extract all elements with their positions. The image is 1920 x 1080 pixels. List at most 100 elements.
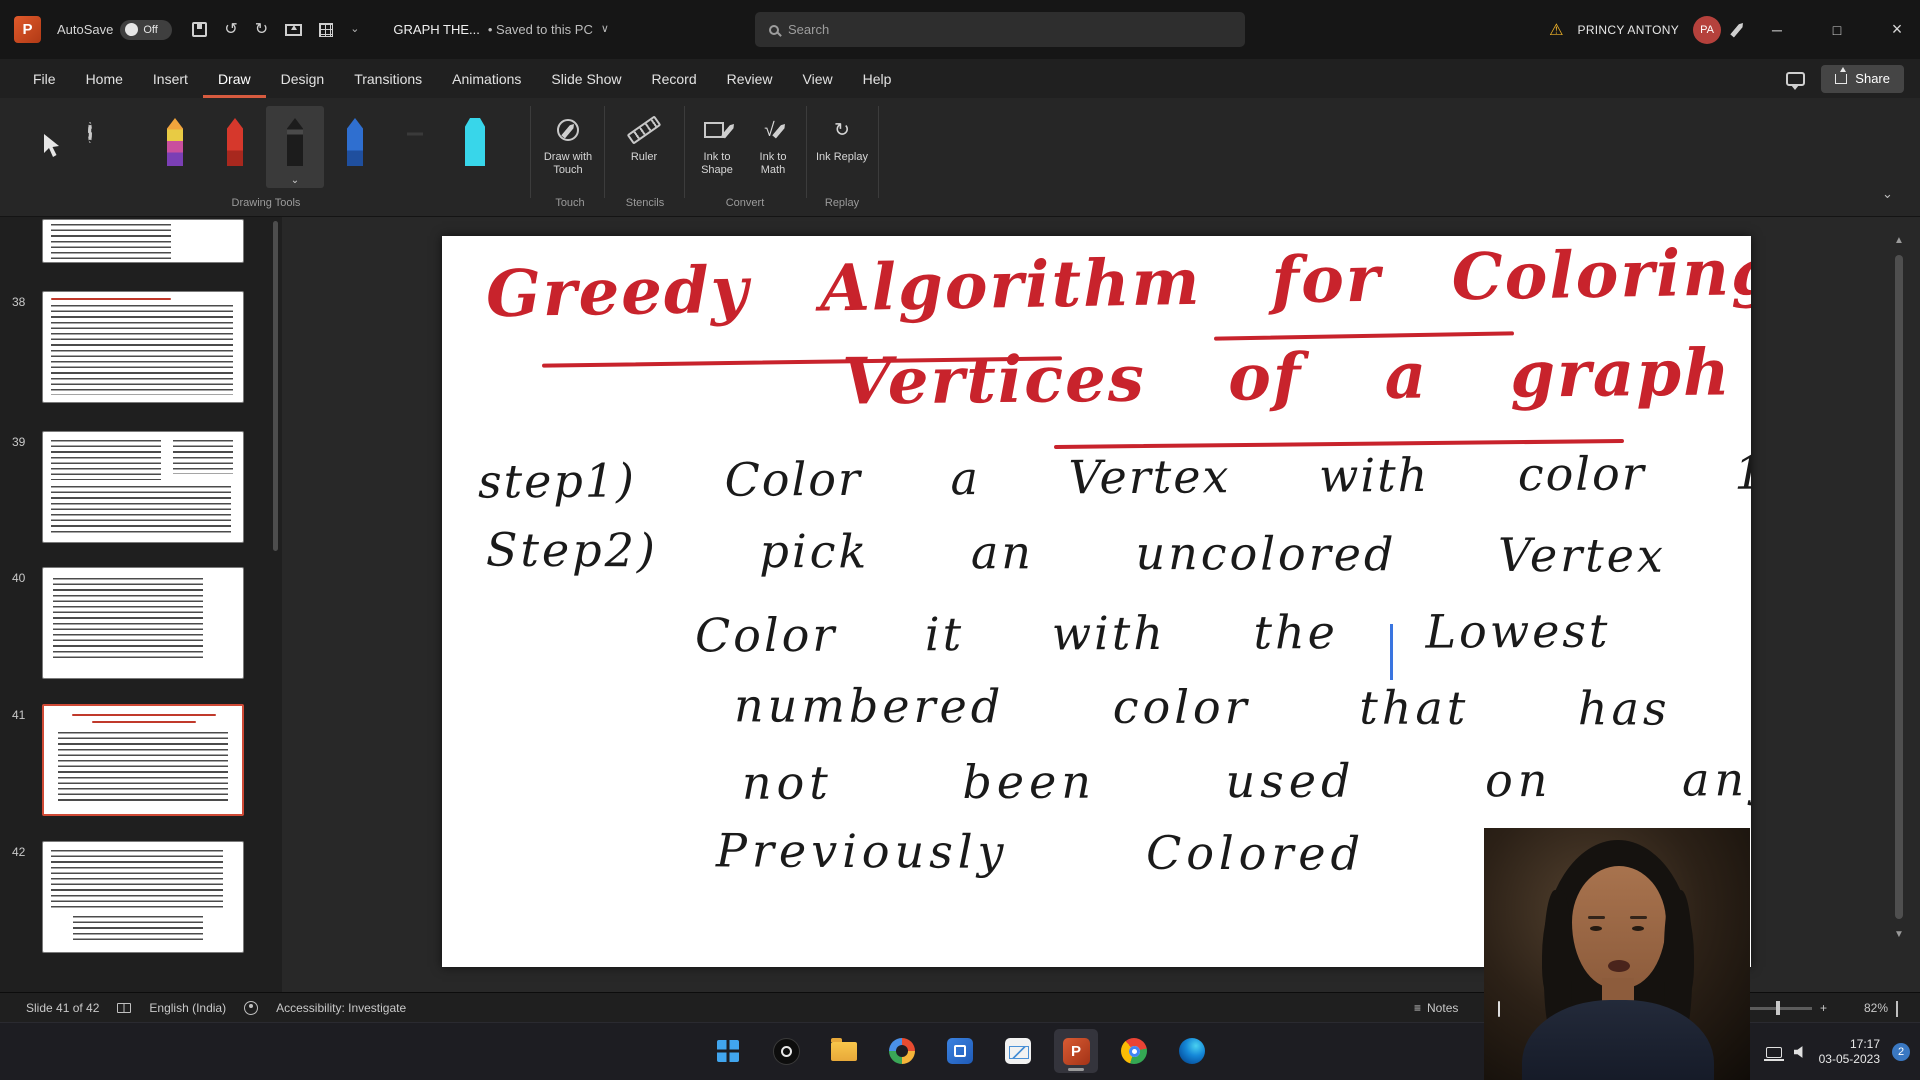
search-input[interactable] bbox=[788, 22, 1208, 37]
tab-draw[interactable]: Draw bbox=[203, 59, 266, 98]
share-button[interactable]: Share bbox=[1821, 65, 1904, 93]
tab-design[interactable]: Design bbox=[266, 59, 340, 98]
user-name: PRINCY ANTONY bbox=[1578, 23, 1679, 37]
start-button[interactable] bbox=[706, 1029, 750, 1073]
close-button[interactable]: × bbox=[1874, 0, 1920, 59]
autosave-control[interactable]: AutoSave Off bbox=[57, 20, 172, 40]
group-separator bbox=[604, 106, 605, 198]
tab-home[interactable]: Home bbox=[71, 59, 138, 98]
share-label: Share bbox=[1855, 71, 1890, 86]
tab-help[interactable]: Help bbox=[848, 59, 907, 98]
ink-to-shape-button[interactable]: Ink to Shape bbox=[690, 106, 744, 198]
notes-icon: ≡ bbox=[1414, 1001, 1421, 1015]
thumbnail-slide-41-selected[interactable] bbox=[42, 704, 244, 816]
thumbnail-ink-lines bbox=[51, 486, 231, 534]
proofing-icon[interactable] bbox=[117, 1003, 131, 1013]
undo-icon[interactable]: ↺ bbox=[224, 22, 237, 38]
select-tool-button[interactable] bbox=[28, 116, 74, 176]
pencil-button[interactable] bbox=[386, 106, 444, 188]
minimize-button[interactable]: ─ bbox=[1754, 0, 1800, 59]
lasso-select-button[interactable] bbox=[88, 124, 122, 154]
autosave-toggle[interactable]: Off bbox=[120, 20, 172, 40]
slide-grid-icon[interactable] bbox=[319, 23, 333, 37]
scroll-up-icon[interactable]: ▲ bbox=[1894, 235, 1904, 246]
slide-body-line: numbered color that has bbox=[734, 678, 1671, 735]
edge-app-button[interactable] bbox=[1170, 1029, 1214, 1073]
thumbnail-slide-40[interactable] bbox=[42, 567, 244, 679]
presenter-eye bbox=[1632, 926, 1644, 931]
ruler-button[interactable]: Ruler bbox=[612, 106, 676, 198]
chevron-down-icon[interactable]: ⌄ bbox=[291, 175, 299, 186]
thumbnail-slide-42[interactable] bbox=[42, 841, 244, 953]
accessibility-status[interactable]: Accessibility: Investigate bbox=[276, 1001, 406, 1015]
zoom-in-button[interactable]: + bbox=[1820, 993, 1827, 1023]
fit-slide-button[interactable] bbox=[1896, 1002, 1898, 1016]
clock[interactable]: 17:17 03-05-2023 bbox=[1819, 1037, 1880, 1067]
pen-blue-button[interactable] bbox=[326, 106, 384, 188]
blue-app-button[interactable] bbox=[938, 1029, 982, 1073]
tab-slide-show[interactable]: Slide Show bbox=[536, 59, 636, 98]
tab-review[interactable]: Review bbox=[712, 59, 788, 98]
avatar[interactable]: PA bbox=[1693, 16, 1721, 44]
document-title-group[interactable]: GRAPH THE... • Saved to this PC ∨ bbox=[393, 22, 609, 37]
maximize-button[interactable]: □ bbox=[1814, 0, 1860, 59]
notification-badge[interactable]: 2 bbox=[1892, 1043, 1910, 1061]
pen-red-button[interactable] bbox=[206, 106, 264, 188]
pen-black-button-selected[interactable]: ⌄ bbox=[266, 106, 324, 188]
save-icon[interactable] bbox=[192, 22, 207, 37]
ruler-icon-box bbox=[627, 112, 661, 148]
thumbnail-slide-39[interactable] bbox=[42, 431, 244, 543]
thumbnail-ink-title bbox=[51, 298, 171, 300]
thumbnail-partial[interactable] bbox=[42, 219, 244, 263]
group-label-drawing-tools: Drawing Tools bbox=[166, 197, 366, 209]
tab-view[interactable]: View bbox=[788, 59, 848, 98]
chrome-app-button[interactable] bbox=[1112, 1029, 1156, 1073]
pen-multicolor-button[interactable] bbox=[146, 106, 204, 188]
display-tray-icon[interactable] bbox=[1766, 1047, 1782, 1058]
ink-replay-button[interactable]: ↻ Ink Replay bbox=[812, 106, 872, 198]
inking-pen-icon[interactable] bbox=[1730, 21, 1745, 37]
present-icon[interactable] bbox=[285, 24, 302, 36]
powerpoint-app-button[interactable]: P bbox=[1054, 1029, 1098, 1073]
warning-icon[interactable]: ⚠ bbox=[1549, 20, 1563, 40]
zoom-percent[interactable]: 82% bbox=[1842, 993, 1888, 1023]
tab-record[interactable]: Record bbox=[636, 59, 711, 98]
tab-file[interactable]: File bbox=[18, 59, 71, 98]
notes-label: Notes bbox=[1427, 1001, 1458, 1015]
thumbnail-scrollbar[interactable] bbox=[273, 221, 278, 551]
display-settings-button[interactable] bbox=[1498, 1002, 1500, 1016]
slide-title-line2: Vertices of a graph bbox=[842, 335, 1732, 419]
ink-to-math-button[interactable]: √ Ink to Math bbox=[746, 106, 800, 198]
language-label[interactable]: English (India) bbox=[149, 1001, 226, 1015]
draw-with-touch-icon bbox=[557, 119, 579, 141]
toggle-knob bbox=[125, 23, 138, 36]
zoom-slider-thumb[interactable] bbox=[1776, 1001, 1780, 1015]
group-separator bbox=[878, 106, 879, 198]
ink-to-shape-label: Ink to Shape bbox=[690, 151, 744, 177]
camera-app-button[interactable] bbox=[764, 1029, 808, 1073]
vertical-scrollbar[interactable] bbox=[1895, 255, 1903, 919]
webcam-overlay[interactable] bbox=[1484, 828, 1750, 1080]
mail-app-button[interactable] bbox=[996, 1029, 1040, 1073]
presenter-brow bbox=[1630, 916, 1647, 919]
tab-insert[interactable]: Insert bbox=[138, 59, 203, 98]
notes-button[interactable]: ≡ Notes bbox=[1414, 993, 1458, 1023]
thumbnail-slide-38[interactable] bbox=[42, 291, 244, 403]
chevron-down-icon[interactable]: ⌄ bbox=[350, 24, 359, 35]
comments-icon[interactable] bbox=[1786, 72, 1805, 86]
photos-app-button[interactable] bbox=[880, 1029, 924, 1073]
scroll-down-icon[interactable]: ▼ bbox=[1894, 929, 1904, 940]
collapse-ribbon-icon[interactable]: ⌄ bbox=[1882, 186, 1893, 202]
volume-icon[interactable] bbox=[1794, 1046, 1807, 1059]
thumbnail-ink-title bbox=[92, 721, 196, 723]
draw-with-touch-button[interactable]: Draw with Touch bbox=[539, 106, 597, 198]
search-box[interactable] bbox=[755, 12, 1245, 47]
chevron-down-icon[interactable]: ∨ bbox=[601, 24, 609, 35]
system-tray: 17:17 03-05-2023 2 bbox=[1766, 1023, 1910, 1080]
ink-cursor bbox=[1390, 624, 1393, 680]
highlighter-cyan-button[interactable] bbox=[446, 106, 504, 188]
redo-icon[interactable]: ↻ bbox=[255, 22, 268, 38]
tab-transitions[interactable]: Transitions bbox=[339, 59, 437, 98]
file-explorer-button[interactable] bbox=[822, 1029, 866, 1073]
tab-animations[interactable]: Animations bbox=[437, 59, 536, 98]
